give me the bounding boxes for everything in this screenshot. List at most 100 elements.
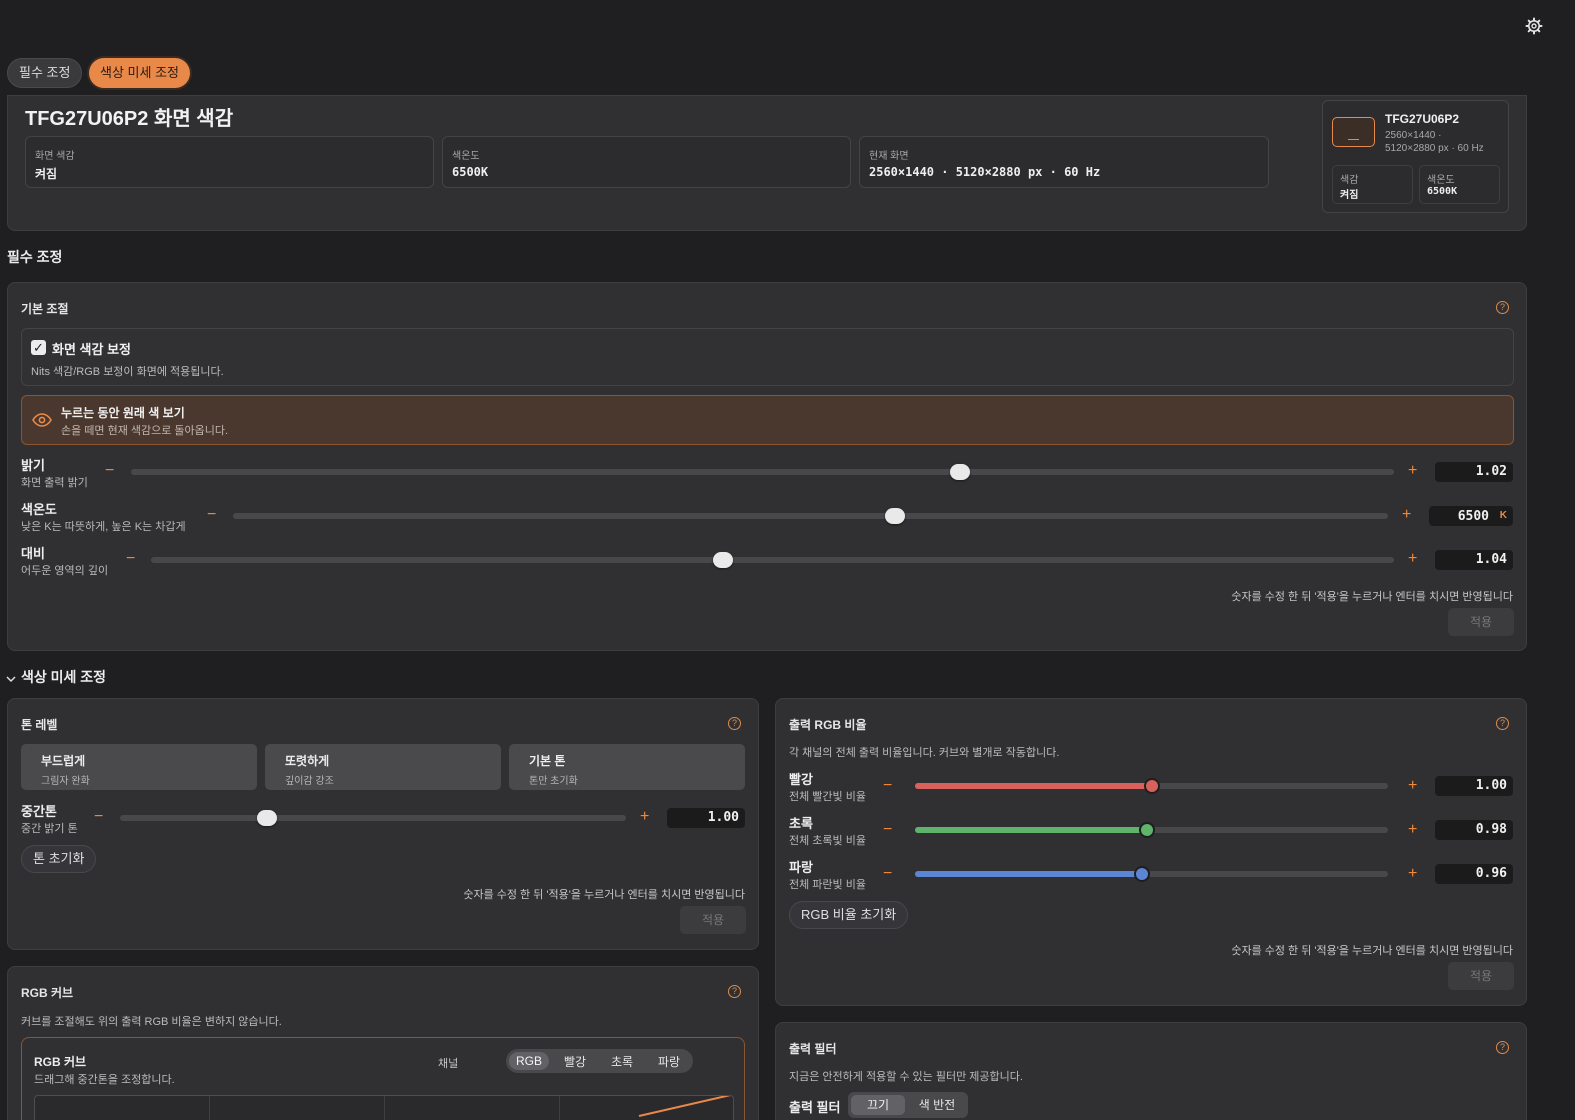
- increment-button[interactable]: +: [1408, 463, 1417, 479]
- slider-label: 색온도: [21, 502, 57, 517]
- value-input[interactable]: 0.98: [1435, 820, 1513, 840]
- slider-sublabel: 어두운 영역의 깊이: [21, 565, 109, 577]
- basic-control-panel: 기본 조절 ? ✓ 화면 색감 보정 Nits 색감/RGB 보정이 화면에 적…: [7, 282, 1527, 651]
- settings-button[interactable]: [1524, 16, 1544, 36]
- panel-title: 톤 레벨: [21, 718, 58, 732]
- slider-green-ratio[interactable]: [915, 822, 1388, 838]
- rgb-reset-button[interactable]: RGB 비율 초기화: [789, 901, 909, 929]
- apply-button[interactable]: 적용: [1448, 962, 1514, 990]
- panel-desc: 각 채널의 전체 출력 비율입니다. 커브와 별개로 작동합니다.: [789, 747, 1060, 759]
- apply-hint: 숫자를 수정 한 뒤 '적용'을 누르거나 엔터를 치시면 반영됩니다: [1231, 591, 1513, 603]
- decrement-button[interactable]: −: [207, 507, 216, 523]
- unit-label: K: [1499, 510, 1507, 521]
- curve-editor: RGB 커브 드래그해 중간톤을 조정합니다. 채널 RGB 빨강 초록 파랑: [21, 1037, 745, 1120]
- help-circle-icon[interactable]: ?: [728, 985, 741, 998]
- increment-button[interactable]: +: [640, 809, 649, 825]
- increment-button[interactable]: +: [1408, 866, 1417, 882]
- monitor-card: TFG27U06P2 2560×1440 · 5120×2880 px · 60…: [1322, 100, 1509, 213]
- help-circle-icon[interactable]: ?: [1496, 1041, 1509, 1054]
- value-input[interactable]: 1.00: [1435, 776, 1513, 796]
- panel-desc: 커브를 조절해도 위의 출력 RGB 비율은 변하지 않습니다.: [21, 1016, 282, 1028]
- panel-title: RGB 커브: [21, 986, 74, 1000]
- panel-title: 기본 조절: [21, 302, 69, 316]
- slider-thumb[interactable]: [256, 810, 277, 826]
- value-input[interactable]: 1.00: [667, 808, 745, 828]
- monitor-name: TFG27U06P2: [1385, 112, 1460, 126]
- status-card-value: 2560×1440 · 5120×2880 px · 60 Hz: [869, 165, 1101, 179]
- curve-editor-desc: 드래그해 중간톤을 조정합니다.: [34, 1074, 175, 1086]
- apply-button[interactable]: 적용: [680, 906, 746, 934]
- slider-thumb[interactable]: [1138, 822, 1155, 838]
- apply-hint: 숫자를 수정 한 뒤 '적용'을 누르거나 엔터를 치시면 반영됩니다: [463, 889, 745, 901]
- decrement-button[interactable]: −: [883, 866, 892, 882]
- slider-thumb[interactable]: [884, 508, 905, 524]
- apply-button[interactable]: 적용: [1448, 608, 1514, 636]
- tab-fine-color[interactable]: 색상 미세 조정: [89, 58, 190, 88]
- panel-title: 출력 RGB 비율: [789, 718, 867, 732]
- tone-preset-title: 또렷하게: [285, 754, 330, 768]
- tone-preset-title: 부드럽게: [41, 754, 86, 768]
- decrement-button[interactable]: −: [883, 778, 892, 794]
- tone-reset-button[interactable]: 톤 초기화: [21, 845, 97, 873]
- channel-option-blue[interactable]: 파랑: [648, 1053, 690, 1071]
- help-circle-icon[interactable]: ?: [1496, 301, 1509, 314]
- status-card-value: 6500K: [452, 165, 489, 179]
- value-input[interactable]: 1.02: [1435, 462, 1513, 482]
- tab-essential[interactable]: 필수 조정: [7, 58, 83, 88]
- monitor-icon: [1332, 117, 1375, 147]
- slider-thumb[interactable]: [1143, 778, 1160, 794]
- curve-canvas[interactable]: [34, 1095, 734, 1120]
- slider-sublabel: 중간 밝기 톤: [21, 823, 78, 835]
- channel-selector: RGB 빨강 초록 파랑: [506, 1049, 693, 1073]
- slider-label: 대비: [21, 546, 45, 561]
- slider-label: 파랑: [789, 860, 813, 875]
- value-input-with-unit[interactable]: 6500 K: [1429, 506, 1513, 526]
- tone-preset-sharp[interactable]: 또렷하게 깊이감 강조: [265, 744, 501, 790]
- tab-essential-label: 필수 조정: [19, 65, 71, 80]
- slider-blue-ratio[interactable]: [915, 866, 1388, 882]
- preview-original-button[interactable]: 누르는 동안 원래 색 보기 손을 떼면 현재 색감으로 돌아옵니다.: [21, 395, 1514, 445]
- value-input[interactable]: 0.96: [1435, 864, 1513, 884]
- curve-line: [638, 1096, 731, 1117]
- slider-thumb[interactable]: [1134, 866, 1151, 882]
- slider-sublabel: 전체 빨간빛 비율: [789, 791, 866, 803]
- status-card-label: 색온도: [452, 151, 480, 162]
- eye-icon: [32, 413, 52, 427]
- monitor-stat-color: 색감 켜짐: [1332, 165, 1413, 204]
- curve-editor-title: RGB 커브: [34, 1055, 87, 1069]
- increment-button[interactable]: +: [1402, 507, 1411, 523]
- increment-button[interactable]: +: [1408, 822, 1417, 838]
- slider-red-ratio[interactable]: [915, 778, 1388, 794]
- filter-selector: 끄기 색 반전: [848, 1092, 968, 1118]
- slider-color-temp[interactable]: [233, 508, 1388, 524]
- tone-preset-default[interactable]: 기본 톤 톤만 초기화: [509, 744, 745, 790]
- calibration-title: 화면 색감 보정: [52, 342, 131, 357]
- tone-preset-sub: 깊이감 강조: [285, 776, 334, 787]
- tone-preset-soft[interactable]: 부드럽게 그림자 완화: [21, 744, 257, 790]
- status-card-display: 현재 화면 2560×1440 · 5120×2880 px · 60 Hz: [859, 136, 1269, 188]
- slider-thumb[interactable]: [712, 552, 733, 568]
- increment-button[interactable]: +: [1408, 551, 1417, 567]
- help-circle-icon[interactable]: ?: [728, 717, 741, 730]
- slider-midtone[interactable]: [120, 810, 626, 826]
- decrement-button[interactable]: −: [126, 551, 135, 567]
- status-card-label: 현재 화면: [869, 151, 909, 162]
- value-input[interactable]: 1.04: [1435, 550, 1513, 570]
- slider-thumb[interactable]: [949, 464, 970, 480]
- calibration-desc: Nits 색감/RGB 보정이 화면에 적용됩니다.: [31, 366, 224, 378]
- calibration-checkbox[interactable]: ✓: [31, 340, 46, 355]
- decrement-button[interactable]: −: [105, 463, 114, 479]
- channel-label: 채널: [438, 1058, 459, 1070]
- status-card-label: 화면 색감: [35, 151, 75, 162]
- slider-contrast[interactable]: [151, 552, 1394, 568]
- channel-option-rgb[interactable]: RGB: [509, 1052, 549, 1070]
- channel-option-red[interactable]: 빨강: [554, 1053, 596, 1071]
- increment-button[interactable]: +: [1408, 778, 1417, 794]
- slider-brightness[interactable]: [131, 464, 1394, 480]
- filter-option-invert[interactable]: 색 반전: [910, 1095, 964, 1115]
- decrement-button[interactable]: −: [94, 809, 103, 825]
- filter-option-off[interactable]: 끄기: [851, 1095, 905, 1115]
- help-circle-icon[interactable]: ?: [1496, 717, 1509, 730]
- channel-option-green[interactable]: 초록: [601, 1053, 643, 1071]
- decrement-button[interactable]: −: [883, 822, 892, 838]
